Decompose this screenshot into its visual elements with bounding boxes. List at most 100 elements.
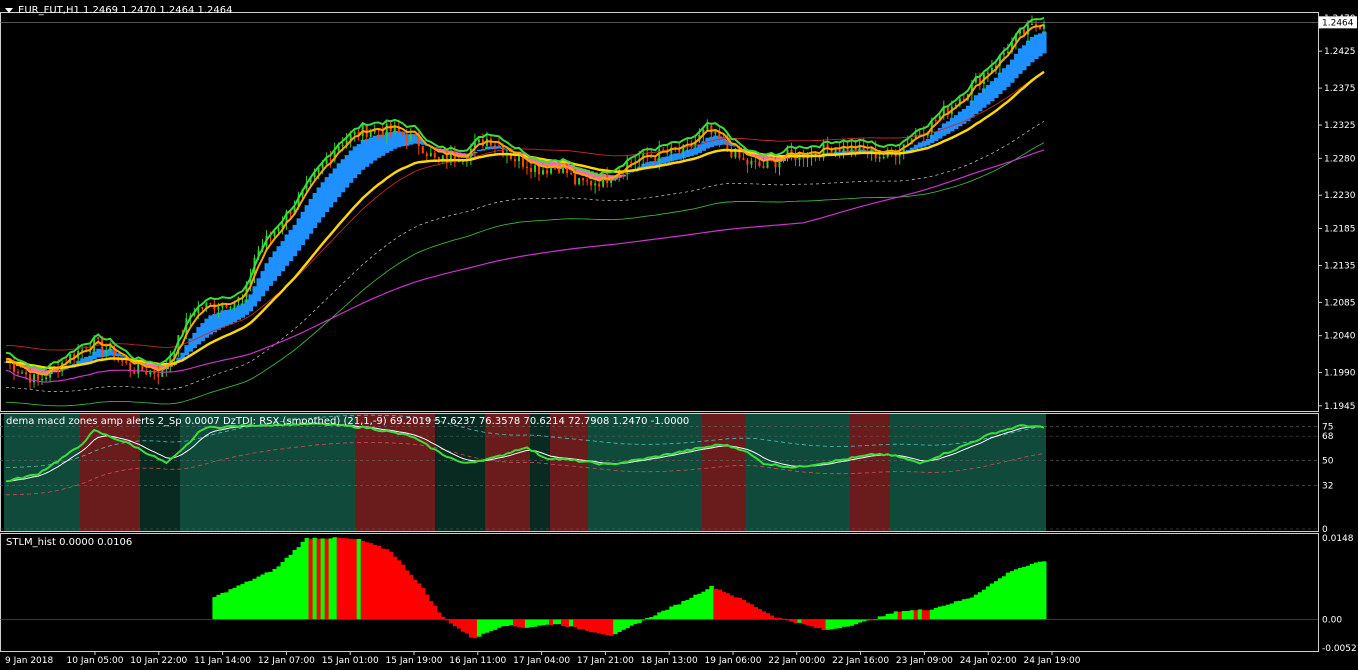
hist-bar [941, 605, 947, 620]
price-axis-label: 1.2375 [1324, 84, 1356, 94]
hist-bar [917, 609, 923, 620]
price-axis-label: 1.2085 [1324, 298, 1356, 308]
hist-bar [1017, 567, 1023, 620]
hist-bar [693, 594, 698, 620]
hist-bar [885, 613, 891, 620]
hist-bar [597, 619, 602, 634]
hist-bar [621, 619, 626, 630]
candle-body [413, 133, 416, 135]
hist-bar [757, 609, 762, 620]
candle-body [742, 158, 745, 161]
hist-bar [316, 538, 322, 620]
hist-bar [765, 613, 770, 620]
hist-bar [949, 603, 955, 620]
hist-bar [717, 589, 722, 620]
hist-bar [420, 588, 426, 620]
hist-bar [741, 600, 746, 620]
trading-chart[interactable]: 1.24701.24251.23751.23251.22801.22301.21… [0, 0, 1358, 670]
cloud-bar [340, 159, 346, 193]
hist-bar [665, 609, 670, 620]
hist-bar [733, 597, 738, 620]
hist-bar [913, 610, 919, 620]
cloud-bar [933, 131, 939, 141]
hist-axis-label: 0.00 [1322, 615, 1342, 625]
hist-bar [849, 619, 855, 626]
hist-bar [332, 537, 338, 620]
zone-band [890, 414, 1046, 531]
hist-bar [661, 610, 666, 620]
hist-bar [745, 602, 750, 620]
time-axis-label: 24 Jan 02:00 [960, 656, 1017, 666]
cloud-bar [260, 271, 266, 297]
hist-bar [408, 574, 414, 620]
hist-bar [220, 592, 225, 620]
candle-body [101, 339, 104, 353]
hist-bar [697, 593, 702, 620]
hist-bar [537, 619, 542, 626]
indicator1-zones [4, 414, 1046, 531]
cloud-bar [380, 134, 386, 156]
cloud-bar [296, 218, 302, 251]
candle-body [393, 127, 396, 132]
time-axis-label: 16 Jan 11:00 [449, 656, 506, 666]
hist-bar [296, 547, 302, 620]
hist-bar [625, 619, 630, 629]
hist-bar [1021, 566, 1027, 620]
cloud-bar [705, 137, 710, 149]
symbol-title: EUR_FUT,H1 1.2469 1.2470 1.2464 1.2464 [18, 5, 233, 16]
hist-bar [476, 619, 482, 637]
hist-bar [304, 538, 310, 620]
candle-body [429, 152, 432, 156]
candle-body [497, 145, 500, 147]
cloud-bar [1017, 48, 1023, 74]
hist-bar [901, 611, 907, 620]
hist-bar [981, 589, 987, 620]
candle-body [530, 168, 533, 172]
zone-band [530, 414, 550, 531]
rsx-axis-label: 32 [1322, 481, 1333, 491]
zone-band [80, 414, 140, 531]
cloud-bar [276, 246, 282, 277]
candle-body [806, 157, 809, 159]
zone-band [550, 414, 588, 531]
hist-bar [769, 615, 774, 620]
candle-body [493, 145, 496, 147]
hist-bar [925, 610, 931, 620]
hist-bar [384, 549, 390, 620]
hist-bar [709, 585, 714, 620]
hist-bar [248, 580, 253, 620]
time-axis-label: 10 Jan 22:00 [130, 656, 187, 666]
candle-body [341, 145, 344, 147]
hist-bar [837, 619, 843, 629]
candle-body [578, 178, 581, 185]
cloud-bar [997, 72, 1003, 95]
candle-body [21, 372, 24, 374]
cloud-bar [953, 115, 959, 129]
hist-bar [292, 549, 298, 620]
dropdown-arrow-icon[interactable] [5, 8, 13, 13]
cloud-bar [969, 100, 975, 118]
hist-bar [881, 616, 887, 620]
hist-bar [605, 619, 610, 636]
zone-band [702, 414, 745, 531]
candle-body [433, 152, 436, 158]
hist-bar [372, 544, 378, 620]
candle-body [425, 153, 428, 156]
hist-bar [368, 543, 374, 620]
hist-bar [236, 585, 241, 620]
cloud-bar [673, 153, 678, 161]
candle-body [1002, 53, 1005, 55]
hist-bar [380, 548, 386, 620]
candle-body [89, 351, 92, 353]
candle-body [405, 135, 408, 142]
hist-bar [216, 594, 221, 620]
cloud-bar [396, 131, 402, 148]
hist-bar [252, 578, 257, 620]
candle-body [590, 180, 593, 186]
hist-bar [713, 588, 718, 620]
hist-bar [312, 537, 318, 620]
candle-body [582, 178, 585, 181]
hist-bar [977, 592, 983, 620]
candle-body [762, 166, 765, 168]
zone-band [435, 414, 485, 531]
